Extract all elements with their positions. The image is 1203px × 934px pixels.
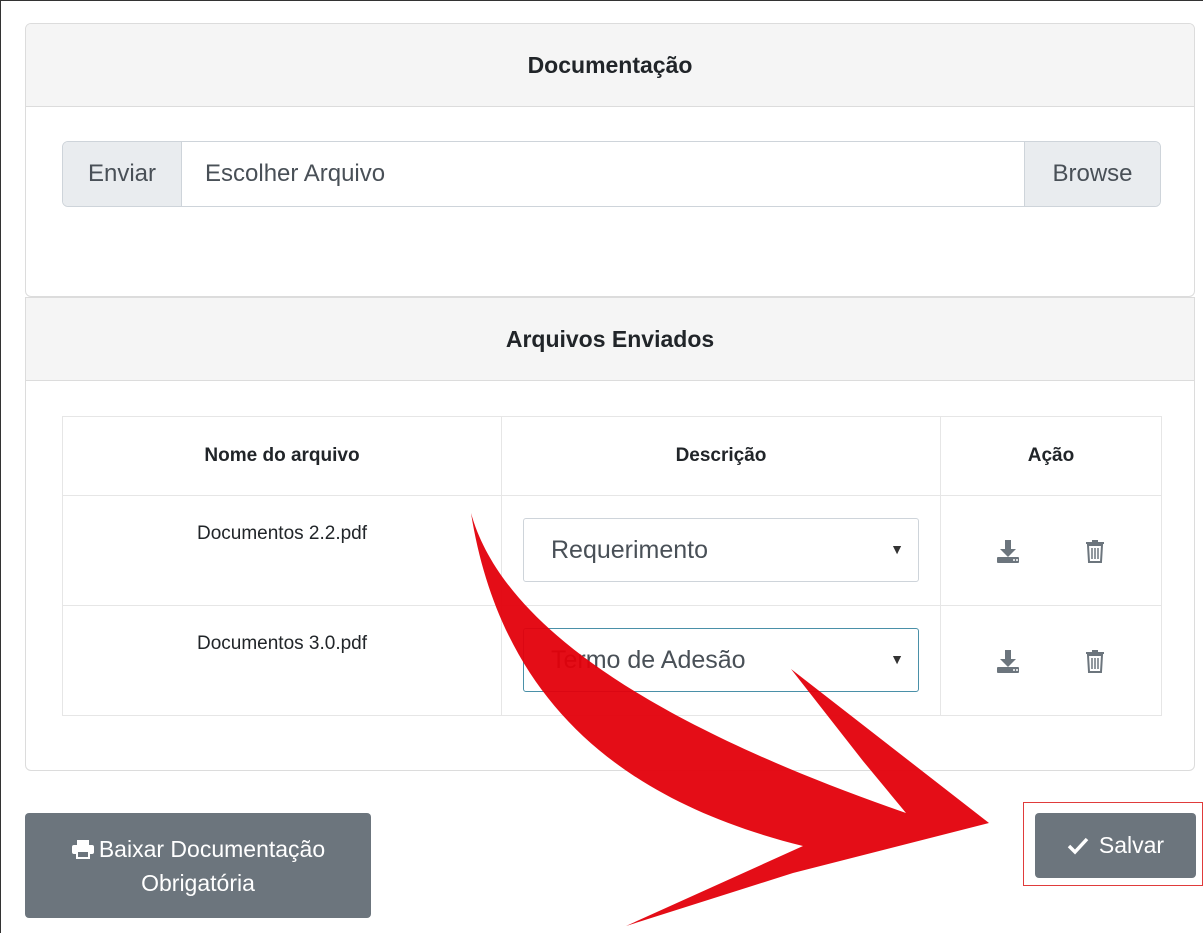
- action-cell: [940, 495, 1162, 606]
- sent-files-title: Arquivos Enviados: [26, 298, 1194, 381]
- file-name: Documentos 3.0.pdf: [196, 633, 368, 654]
- column-header-action: Ação: [940, 416, 1162, 496]
- description-cell: Requerimento ▼: [501, 495, 941, 606]
- download-icon[interactable]: [994, 647, 1022, 675]
- table-row: Documentos 3.0.pdf Termo de Adesão ▼: [62, 605, 1162, 716]
- column-header-description: Descrição: [501, 416, 941, 496]
- trash-icon[interactable]: [1081, 537, 1109, 565]
- download-button-line1: Baixar Documentação: [25, 832, 371, 866]
- description-select[interactable]: Termo de Adesão ▼: [523, 628, 919, 692]
- browse-button[interactable]: Browse: [1024, 142, 1160, 206]
- description-select[interactable]: Requerimento ▼: [523, 518, 919, 582]
- chevron-down-icon: ▼: [890, 651, 904, 667]
- save-label: Salvar: [1098, 832, 1165, 858]
- files-table: Nome do arquivo Descrição Ação Documento…: [62, 416, 1162, 716]
- description-cell: Termo de Adesão ▼: [501, 605, 941, 716]
- sent-files-card: Arquivos Enviados Nome do arquivo Descri…: [25, 297, 1195, 771]
- description-value: Requerimento: [551, 535, 709, 564]
- trash-icon[interactable]: [1081, 647, 1109, 675]
- chevron-down-icon: ▼: [890, 541, 904, 557]
- documentation-card: Documentação Enviar Escolher Arquivo Bro…: [25, 23, 1195, 297]
- action-cell: [940, 605, 1162, 716]
- file-name: Documentos 2.2.pdf: [196, 523, 368, 544]
- download-icon[interactable]: [994, 537, 1022, 565]
- table-row: Documentos 2.2.pdf Requerimento ▼: [62, 495, 1162, 606]
- file-name-cell: Documentos 3.0.pdf: [62, 605, 502, 716]
- column-header-name: Nome do arquivo: [62, 416, 502, 496]
- documentation-title: Documentação: [26, 24, 1194, 107]
- download-required-docs-button[interactable]: Baixar Documentação Obrigatória: [25, 813, 371, 918]
- description-value: Termo de Adesão: [551, 645, 746, 674]
- save-button[interactable]: Salvar: [1035, 813, 1196, 878]
- table-header-row: Nome do arquivo Descrição Ação: [62, 416, 1162, 496]
- file-name-cell: Documentos 2.2.pdf: [62, 495, 502, 606]
- check-icon: [1067, 837, 1089, 855]
- download-button-line2: Obrigatória: [141, 869, 255, 896]
- choose-file-placeholder[interactable]: Escolher Arquivo: [182, 142, 1024, 206]
- upload-prepend-label: Enviar: [63, 142, 182, 206]
- print-icon: [71, 839, 94, 859]
- file-upload-input[interactable]: Enviar Escolher Arquivo Browse: [62, 141, 1161, 207]
